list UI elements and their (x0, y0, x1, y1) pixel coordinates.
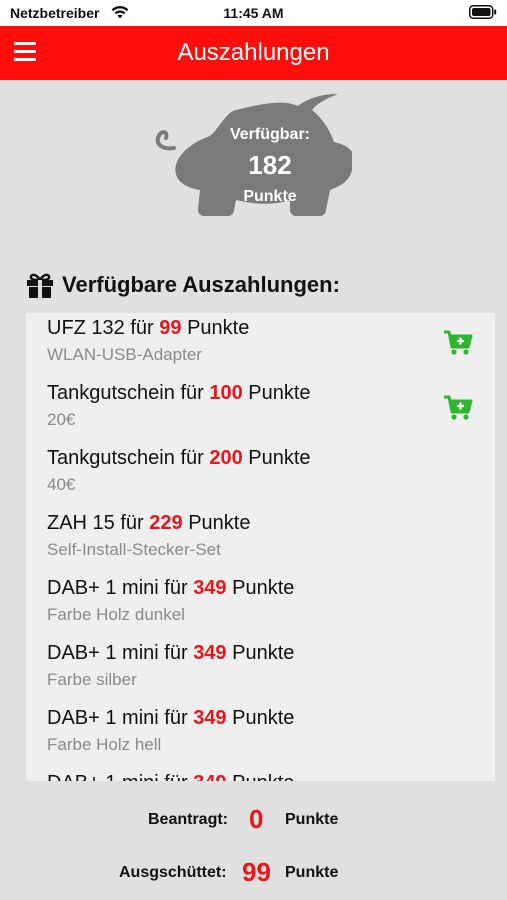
payout-subtitle: Farbe Holz hell (47, 735, 162, 754)
payout-title: DAB+ 1 mini für 349 Punkte (47, 772, 294, 781)
payout-points: 200 (209, 447, 243, 469)
payout-list[interactable]: UFZ 132 für 99 Punkte WLAN-USB-Adapter Tan… (26, 313, 495, 781)
available-points-unit: Punkte (243, 188, 297, 205)
payout-item[interactable]: Tankgutschein für 200 Punkte 40€ (26, 443, 495, 508)
payout-title: DAB+ 1 mini für 349 Punkte (47, 577, 294, 600)
payout-points: 349 (193, 772, 226, 781)
payout-name: ZAH 15 (47, 512, 115, 534)
payout-title: UFZ 132 für 99 Punkte (47, 317, 249, 340)
payout-points: 229 (149, 512, 183, 534)
payout-item[interactable]: DAB+ 1 mini für 349 Punkte Farbe silber (26, 638, 495, 703)
payout-name: UFZ 132 (47, 317, 125, 339)
payout-title: Tankgutschein für 100 Punkte (47, 382, 311, 405)
payout-connector: für (164, 707, 188, 729)
payout-item[interactable]: DAB+ 1 mini für 349 Punkte (26, 768, 495, 781)
requested-unit: Punkte (285, 811, 339, 828)
payout-points: 100 (209, 382, 243, 404)
payout-item[interactable]: UFZ 132 für 99 Punkte WLAN-USB-Adapter (26, 313, 495, 378)
payout-name: DAB+ 1 mini (47, 772, 159, 781)
app-header: Auszahlungen (0, 26, 507, 80)
paid-summary: Ausgschüttet: 99 Punkte (0, 856, 507, 888)
payout-name: Tankgutschein (47, 447, 175, 469)
requested-value: 0 (249, 804, 264, 834)
payout-connector: für (120, 512, 144, 534)
payout-unit: Punkte (232, 772, 294, 781)
payout-connector: für (164, 577, 188, 599)
payout-unit: Punkte (187, 317, 250, 339)
battery-icon (469, 5, 497, 19)
available-points-display: Verfügbar: 182 Punkte (150, 92, 360, 242)
payout-subtitle: 40€ (47, 475, 76, 494)
payout-item[interactable]: ZAH 15 für 229 Punkte Self-Install-Stecke… (26, 508, 495, 573)
payout-subtitle: Farbe Holz dunkel (47, 605, 185, 624)
payout-subtitle: WLAN-USB-Adapter (47, 345, 202, 364)
available-points-value: 182 (248, 150, 292, 180)
payout-points: 349 (193, 707, 227, 729)
requested-label: Beantragt: (148, 811, 229, 828)
section-heading: Verfügbare Auszahlungen: (26, 270, 340, 300)
paid-unit: Punkte (285, 864, 339, 881)
payout-title: DAB+ 1 mini für 349 Punkte (47, 707, 294, 730)
payout-title: Tankgutschein für 200 Punkte (47, 447, 311, 470)
payout-connector: für (180, 382, 204, 404)
payout-name: DAB+ 1 mini (47, 642, 159, 664)
payout-connector: für (164, 642, 188, 664)
payout-item[interactable]: DAB+ 1 mini für 349 Punkte Farbe Holz hel… (26, 703, 495, 768)
available-label: Verfügbar: (229, 126, 310, 143)
payout-points: 349 (193, 577, 227, 599)
payout-subtitle: Self-Install-Stecker-Set (47, 540, 221, 559)
payout-connector: für (164, 772, 187, 781)
page-title: Auszahlungen (177, 39, 330, 66)
gift-icon (27, 273, 53, 298)
payout-subtitle: 20€ (47, 410, 76, 429)
payout-item[interactable]: Tankgutschein für 100 Punkte 20€ (26, 378, 495, 443)
paid-label: Ausgschüttet: (119, 864, 227, 881)
payout-unit: Punkte (248, 382, 311, 404)
payout-unit: Punkte (232, 577, 295, 599)
payout-item[interactable]: DAB+ 1 mini für 349 Punkte Farbe Holz dun… (26, 573, 495, 638)
requested-summary: Beantragt: 0 Punkte (0, 803, 507, 835)
add-to-cart-icon[interactable] (443, 394, 473, 422)
payout-connector: für (180, 447, 204, 469)
payout-unit: Punkte (232, 642, 295, 664)
payout-unit: Punkte (232, 707, 295, 729)
payout-points: 349 (193, 642, 227, 664)
status-bar: Netzbetreiber 11:45 AM (0, 0, 507, 26)
payout-title: DAB+ 1 mini für 349 Punkte (47, 642, 294, 665)
section-title: Verfügbare Auszahlungen: (62, 272, 340, 297)
payout-name: Tankgutschein (47, 382, 175, 404)
payout-points: 99 (159, 317, 182, 339)
payout-title: ZAH 15 für 229 Punkte (47, 512, 250, 535)
payout-name: DAB+ 1 mini (47, 577, 159, 599)
payout-unit: Punkte (248, 447, 311, 469)
payout-connector: für (130, 317, 154, 339)
payout-name: DAB+ 1 mini (47, 707, 159, 729)
status-time: 11:45 AM (223, 5, 284, 21)
payout-unit: Punkte (188, 512, 251, 534)
payout-subtitle: Farbe silber (47, 670, 137, 689)
paid-value: 99 (242, 857, 271, 887)
add-to-cart-icon[interactable] (443, 329, 473, 357)
